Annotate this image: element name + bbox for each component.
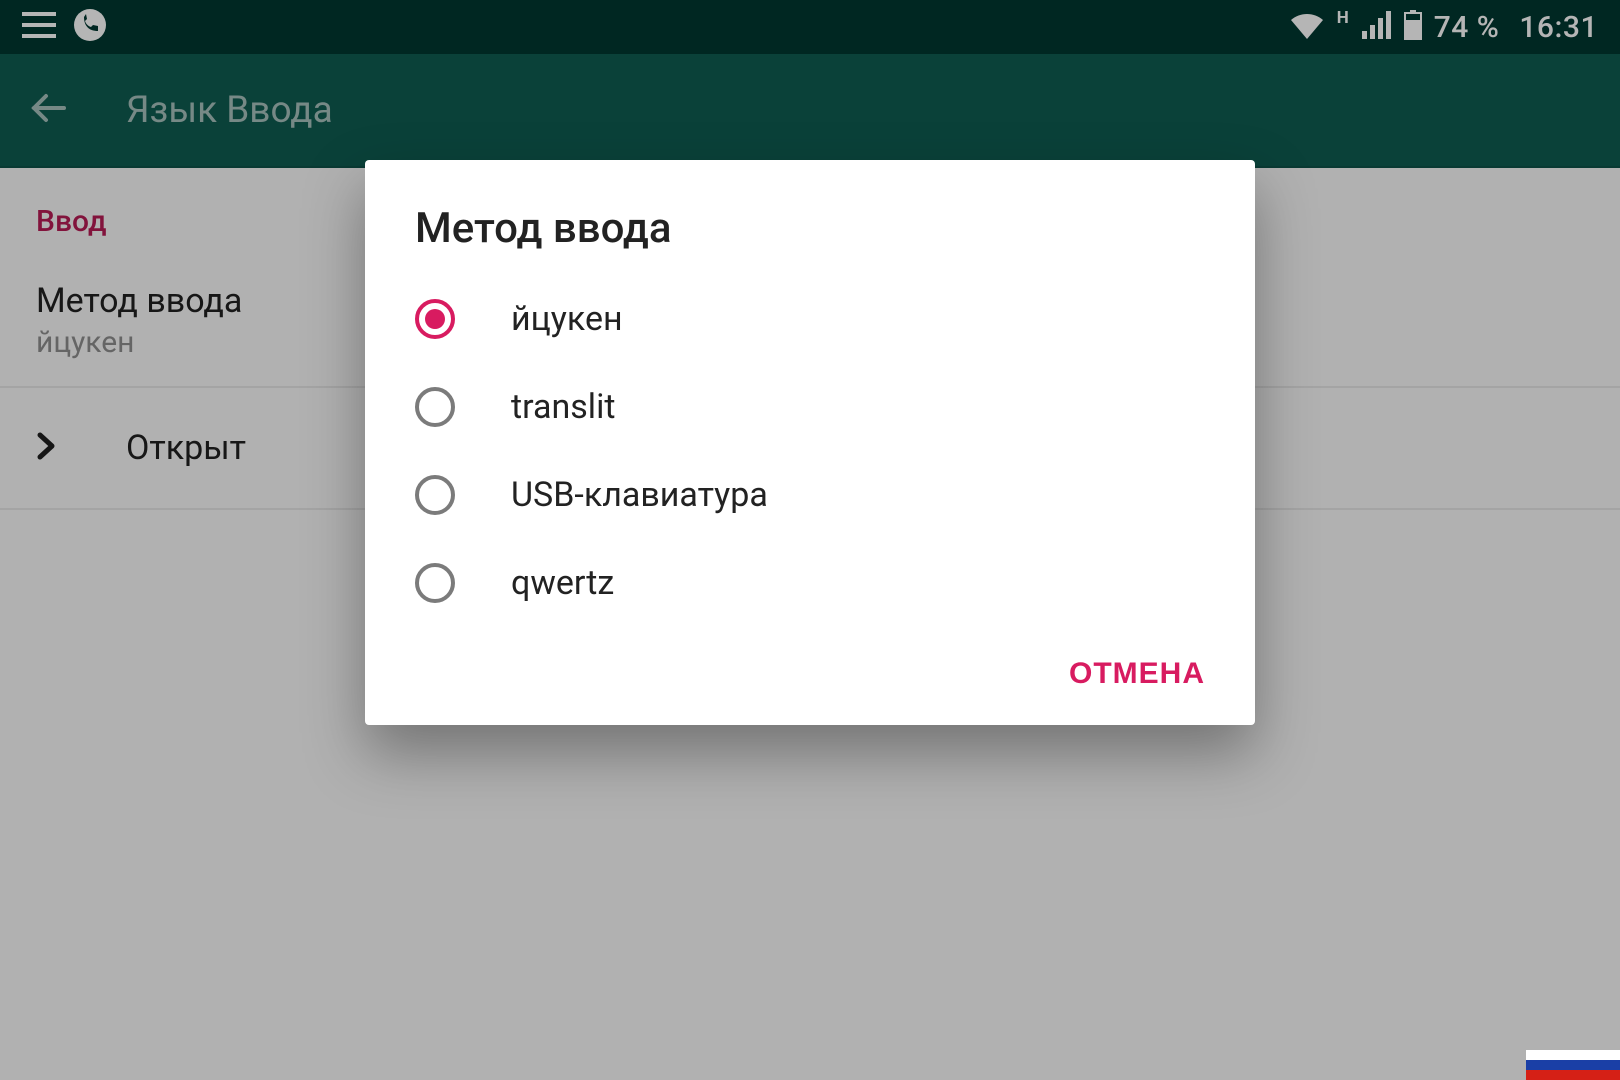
option-label: qwertz — [511, 563, 614, 603]
radio-icon — [415, 299, 455, 339]
radio-icon — [415, 475, 455, 515]
option-label: USB-клавиатура — [511, 475, 768, 515]
cancel-button[interactable]: ОТМЕНА — [1069, 657, 1205, 691]
dialog-title: Метод ввода — [365, 204, 1255, 275]
option-translit[interactable]: translit — [365, 363, 1255, 451]
option-label: translit — [511, 387, 615, 427]
input-method-dialog: Метод ввода йцукен translit USB-клавиату… — [365, 160, 1255, 725]
option-qwertz[interactable]: qwertz — [365, 539, 1255, 627]
option-label: йцукен — [511, 299, 623, 339]
option-ycuken[interactable]: йцукен — [365, 275, 1255, 363]
dialog-scrim[interactable]: Метод ввода йцукен translit USB-клавиату… — [0, 0, 1620, 1080]
radio-icon — [415, 563, 455, 603]
flag-ru-icon — [1526, 1050, 1620, 1080]
radio-icon — [415, 387, 455, 427]
option-usb-keyboard[interactable]: USB-клавиатура — [365, 451, 1255, 539]
